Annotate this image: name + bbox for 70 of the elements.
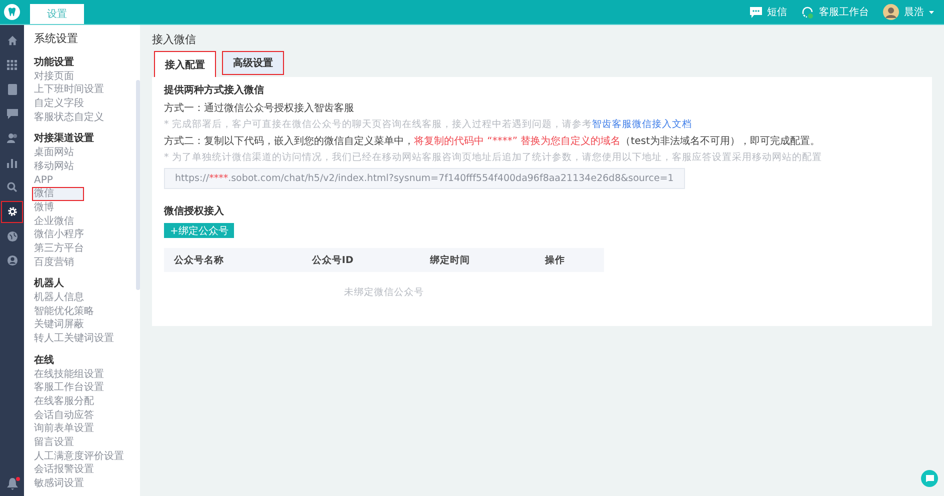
sidebar-item[interactable]: 关键词屏蔽 — [24, 318, 134, 332]
section-heading: 提供两种方式接入微信 — [164, 84, 264, 98]
empty-message: 未绑定微信公众号 — [164, 272, 604, 312]
caret-icon — [929, 10, 934, 14]
sidebar-item[interactable]: 在线客服分配 — [24, 394, 134, 409]
column-header: 绑定时间 — [420, 248, 536, 272]
method-text: 方式二：复制以下代码，嵌入到您的微信自定义菜单中，将复制的代码中 “****” 替换为您自定义的域名（test为非法域名不可用），即可完成配置。 — [164, 135, 820, 149]
document-icon[interactable] — [8, 84, 16, 94]
sidebar-item[interactable]: 在线技能组设置 — [24, 368, 134, 382]
sidebar-item[interactable]: 移动网站 — [24, 160, 134, 174]
help-chat-button[interactable] — [921, 470, 938, 487]
tooth-logo-icon — [4, 4, 20, 20]
bell-icon[interactable] — [6, 478, 18, 490]
sidebar-item[interactable]: 客服工作台设置 — [24, 381, 134, 395]
column-header: 公众号ID — [302, 248, 420, 272]
sidebar-item[interactable]: APP — [24, 174, 134, 188]
sidebar-item[interactable]: 会话自动应答 — [24, 408, 134, 422]
sidebar-item[interactable]: 百度营销 — [24, 256, 134, 270]
column-header: 操作 — [535, 248, 604, 272]
doc-link[interactable]: 智齿客服微信接入文档 — [592, 119, 692, 130]
user-menu[interactable]: 晨浩 — [883, 4, 934, 20]
workbench-button[interactable]: 客服工作台 — [801, 5, 869, 19]
tab[interactable]: 高级设置 — [223, 52, 283, 74]
note-text: * 为了单独统计微信渠道的访问情况，我们已经在移动网站客服咨询页地址后追加了统计参数，请您使用以下地址，客服应答设置采用移动网站的配置 — [164, 151, 822, 164]
sms-button[interactable]: 短信 — [750, 5, 787, 19]
sidebar-item[interactable]: 企业微信 — [24, 214, 134, 228]
group-heading: 功能设置 — [33, 56, 74, 70]
user-icon[interactable] — [6, 255, 18, 266]
section-heading: 微信授权接入 — [164, 205, 224, 219]
group-heading: 在线 — [32, 354, 54, 368]
sidebar-item[interactable]: 客服状态自定义 — [24, 110, 134, 124]
chat-icon — [926, 475, 934, 482]
sidebar-item[interactable]: 机器人信息 — [24, 291, 134, 305]
bar-chart-icon[interactable] — [7, 158, 17, 168]
sidebar-item[interactable]: 人工满意度评价设置 — [24, 450, 134, 464]
sidebar-item[interactable]: 自定义字段 — [24, 97, 134, 111]
sidebar-item[interactable]: 会话报警设置 — [24, 463, 134, 477]
note-text: * 完成部署后，客户可直接在微信公众号的聊天页咨询在线客服，接入过程中若遇到问题，请参考智齿客服微信接入文档 — [164, 118, 692, 131]
sidebar-item[interactable]: 微信小程序 — [24, 228, 134, 242]
sidebar-title: 系统设置 — [33, 32, 78, 46]
bind-account-button[interactable]: +绑定公众号 — [164, 223, 234, 238]
sidebar-item[interactable]: 询前表单设置 — [24, 422, 134, 436]
sidebar-item[interactable]: 对接页面 — [24, 70, 134, 84]
sidebar-item[interactable]: 留言设置 — [24, 436, 134, 450]
avatar-icon — [883, 4, 899, 20]
globe-icon[interactable] — [6, 230, 18, 242]
sidebar-item[interactable]: 上下班时间设置 — [24, 83, 134, 98]
sidebar-item[interactable]: 智能优化策略 — [24, 304, 134, 318]
people-icon[interactable] — [6, 133, 18, 143]
url-field[interactable]: https://****.sobot.com/chat/h5/v2/index.html?sysnum=7f140fff554f400da96f8aa21134e26d8&source=1 — [164, 168, 685, 189]
group-heading: 对接渠道设置 — [32, 132, 94, 146]
chat-icon[interactable] — [6, 108, 18, 118]
settings-icon[interactable] — [6, 206, 18, 217]
sidebar-item[interactable]: 转人工关键词设置 — [24, 332, 134, 346]
search-icon[interactable] — [7, 182, 17, 192]
sidebar-item[interactable]: 敏感词设置 — [24, 477, 134, 491]
sidebar-item[interactable]: 第三方平台 — [24, 242, 134, 256]
page-title: 接入微信 — [152, 33, 196, 47]
sidebar-item[interactable]: 微博 — [24, 200, 134, 215]
tab[interactable]: 接入配置 — [155, 52, 215, 77]
message-icon — [750, 6, 762, 18]
column-header: 公众号名称 — [164, 248, 302, 272]
top-tab[interactable]: 设置 — [30, 4, 84, 24]
grid-icon[interactable] — [7, 60, 17, 70]
group-heading: 机器人 — [32, 277, 64, 292]
sidebar-item[interactable]: 桌面网站 — [24, 146, 134, 160]
sidebar-item[interactable]: 微信 — [32, 187, 84, 201]
method-text: 方式一：通过微信公众号授权接入智齿客服 — [164, 102, 354, 116]
home-icon[interactable] — [6, 34, 18, 46]
headset-icon — [801, 6, 814, 18]
